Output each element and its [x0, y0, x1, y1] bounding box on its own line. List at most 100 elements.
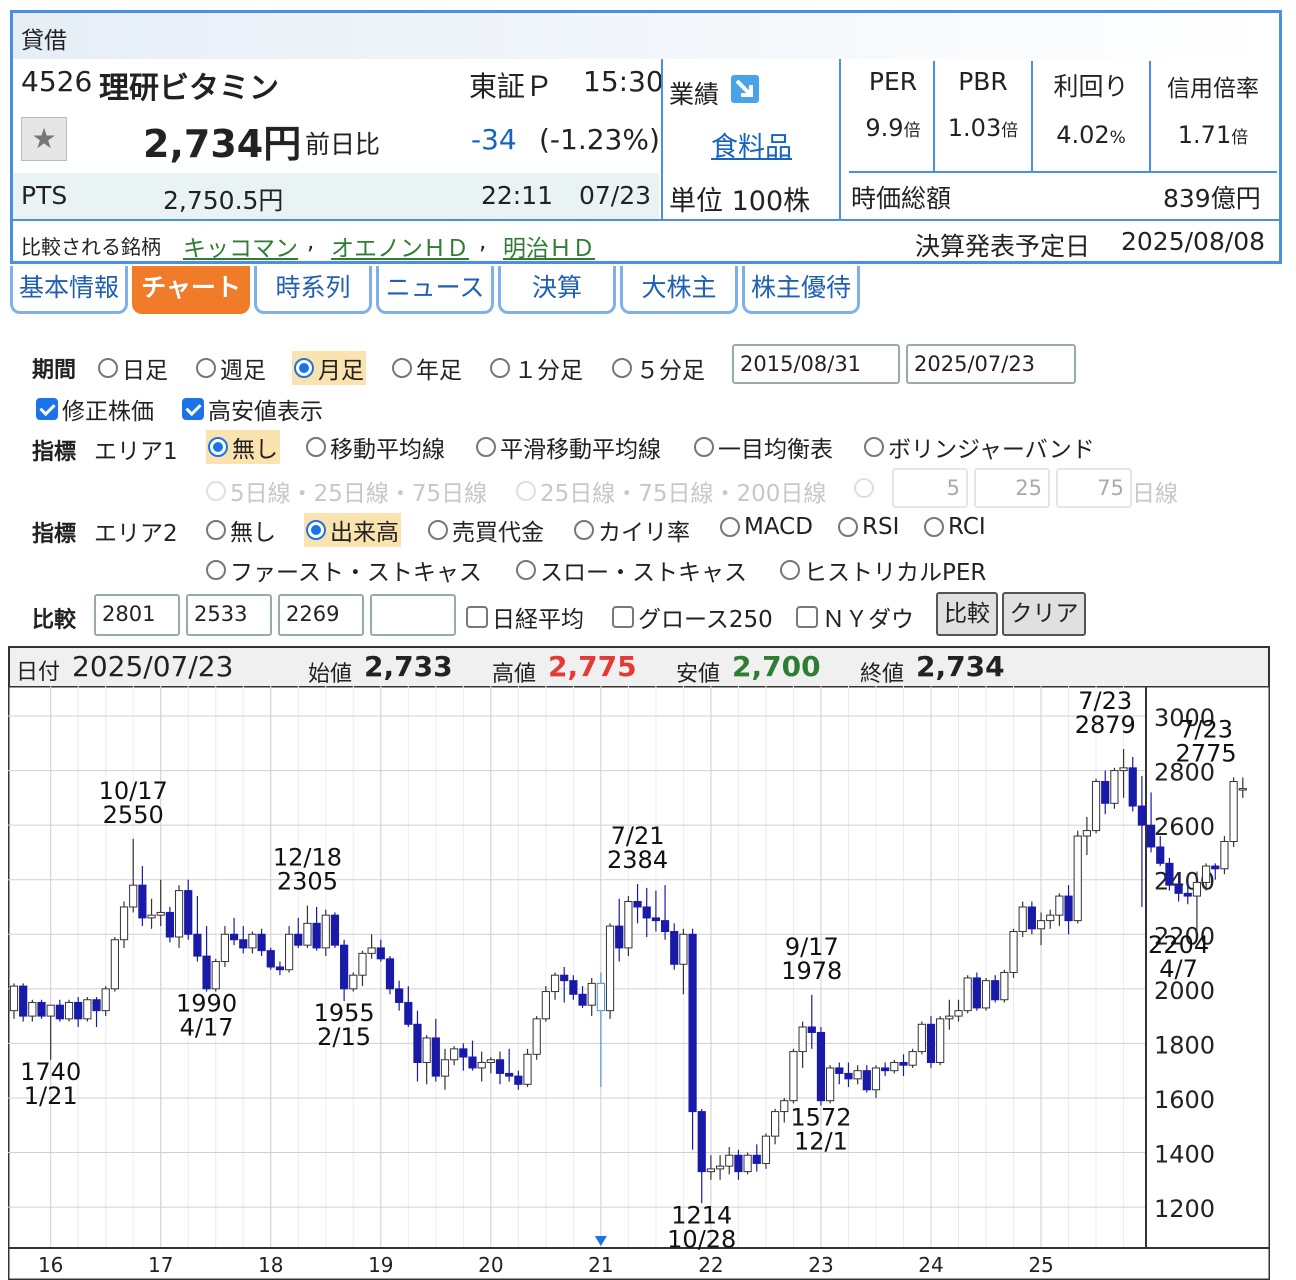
tab-chart[interactable]: チャート	[132, 266, 250, 314]
candle-body	[826, 1067, 835, 1102]
candle-body	[422, 1037, 431, 1063]
ma-input-2[interactable]: 25	[974, 468, 1050, 508]
compare-nikkei-checkbox[interactable]: 日経平均	[466, 600, 584, 634]
compare-stocks-label: 比較される銘柄	[21, 235, 161, 259]
period-weekly[interactable]: 週足	[196, 351, 266, 385]
compare-nydow-checkbox[interactable]: ＮＹダウ	[796, 600, 914, 634]
date-to-input[interactable]: 2025/07/23	[906, 344, 1076, 384]
period-daily[interactable]: 日足	[98, 351, 168, 385]
candle-body	[1238, 788, 1247, 791]
tab-major-shareholders[interactable]: 大株主	[620, 266, 738, 314]
candle-body	[725, 1154, 734, 1167]
compare-code-4[interactable]	[370, 594, 456, 636]
area1-bollinger[interactable]: ボリンジャーバンド	[864, 430, 1095, 464]
compare-link-kikkoman[interactable]: キッコマン	[183, 229, 298, 263]
area2-none[interactable]: 無し	[206, 513, 276, 547]
area2-fast-stochastics[interactable]: ファースト・ストキャス	[206, 553, 482, 587]
candle-body	[92, 999, 101, 1012]
y-tick-label: 2600	[1154, 813, 1215, 841]
highlow-checkbox[interactable]: 高安値表示	[182, 392, 323, 426]
candle-body	[239, 939, 248, 949]
candle-body	[1110, 770, 1119, 804]
candle-body	[1027, 906, 1036, 930]
period-1min[interactable]: １分足	[490, 351, 583, 385]
area1-none[interactable]: 無し	[206, 430, 280, 464]
candle-body	[1000, 971, 1009, 1001]
stock-name: 理研ビタミン	[99, 71, 279, 106]
ma-option-custom[interactable]	[854, 474, 874, 500]
price-change: -34	[471, 123, 517, 156]
candle-body	[101, 988, 110, 1012]
area2-deviation[interactable]: カイリ率	[574, 513, 690, 547]
compare-code-1[interactable]: 2801	[94, 594, 180, 636]
chart-frame	[8, 686, 1270, 1280]
ma-option-long[interactable]: 25日線・75日線・200日線	[516, 474, 826, 508]
area2-rci[interactable]: RCI	[924, 513, 986, 540]
candle-body	[972, 977, 981, 1009]
adjusted-price-checkbox[interactable]: 修正株価	[36, 392, 154, 426]
area1-ichimoku[interactable]: 一目均衡表	[694, 430, 833, 464]
pts-row	[13, 173, 659, 219]
pbr-unit: 倍	[1001, 121, 1019, 141]
candle-body	[1202, 865, 1211, 883]
candle-body	[541, 991, 550, 1020]
candle-body	[404, 1001, 413, 1025]
candle-body	[523, 1053, 532, 1085]
candle-body	[798, 1026, 807, 1053]
area2-slow-stochastics[interactable]: スロー・ストキャス	[516, 553, 747, 587]
ohlc-date: 2025/07/23	[72, 650, 234, 683]
tab-basic-info[interactable]: 基本情報	[10, 266, 128, 314]
x-tick-label: 17	[148, 1253, 173, 1277]
candle-body	[1146, 824, 1156, 848]
favorite-star-icon[interactable]: ★	[21, 117, 67, 161]
candle-body	[633, 901, 642, 908]
candle-body	[853, 1070, 862, 1080]
ma-input-3[interactable]: 75	[1056, 468, 1132, 508]
area2-trading-value[interactable]: 売買代金	[428, 513, 544, 547]
ma-option-short[interactable]: 5日線・25日線・75日線	[206, 474, 487, 508]
candle-body	[881, 1067, 890, 1072]
area1-smoothed-ma[interactable]: 平滑移動平均線	[476, 430, 661, 464]
compare-button[interactable]: 比較	[936, 592, 998, 636]
sector-link[interactable]: 食料品	[711, 125, 792, 164]
compare-link-meiji[interactable]: 明治ＨＤ	[503, 229, 595, 263]
area2-historical-per[interactable]: ヒストリカルPER	[780, 553, 986, 587]
market-cap: 839億円	[1163, 184, 1261, 213]
period-5min[interactable]: ５分足	[612, 351, 705, 385]
area1-moving-average[interactable]: 移動平均線	[306, 430, 445, 464]
candle-body	[440, 1059, 450, 1077]
compare-code-2[interactable]: 2533	[186, 594, 272, 636]
price-chart[interactable]: 16 17 18 19 20 21 22 23 24 2512001400160018002000…	[8, 686, 1270, 1280]
ma-input-1[interactable]: 5	[892, 468, 968, 508]
tab-shareholder-benefits[interactable]: 株主優待	[742, 266, 860, 314]
period-yearly[interactable]: 年足	[392, 351, 462, 385]
compare-growth250-checkbox[interactable]: グロース250	[612, 600, 773, 634]
x-tick-label: 23	[808, 1253, 833, 1277]
yield-label: 利回り	[1053, 72, 1129, 101]
candle-body	[1101, 780, 1110, 804]
area2-volume[interactable]: 出来高	[304, 513, 401, 547]
area2-macd[interactable]: MACD	[720, 513, 813, 540]
x-tick-label: 20	[478, 1253, 503, 1277]
area2-rsi[interactable]: RSI	[838, 513, 899, 540]
period-label: 期間	[32, 358, 77, 383]
price-annotation: 2305	[277, 868, 338, 896]
candle-body	[385, 958, 395, 990]
per-value: 9.9	[865, 114, 904, 142]
candle-body	[376, 947, 385, 960]
tab-news[interactable]: ニュース	[376, 266, 494, 314]
candle-body	[64, 1001, 74, 1020]
candle-body	[1220, 841, 1229, 870]
candle-body	[257, 933, 266, 952]
tab-timeseries[interactable]: 時系列	[254, 266, 372, 314]
compare-link-oenon[interactable]: オエノンＨＤ	[331, 229, 469, 263]
compare-code-3[interactable]: 2269	[278, 594, 364, 636]
clear-button[interactable]: クリア	[1002, 592, 1086, 636]
candle-body	[1009, 931, 1018, 973]
date-from-input[interactable]: 2015/08/31	[732, 344, 900, 384]
period-monthly[interactable]: 月足	[292, 351, 366, 385]
current-price: 2,734円	[143, 122, 302, 166]
candle-body	[715, 1165, 725, 1170]
tab-earnings[interactable]: 決算	[498, 266, 616, 314]
candle-body	[697, 1111, 706, 1173]
